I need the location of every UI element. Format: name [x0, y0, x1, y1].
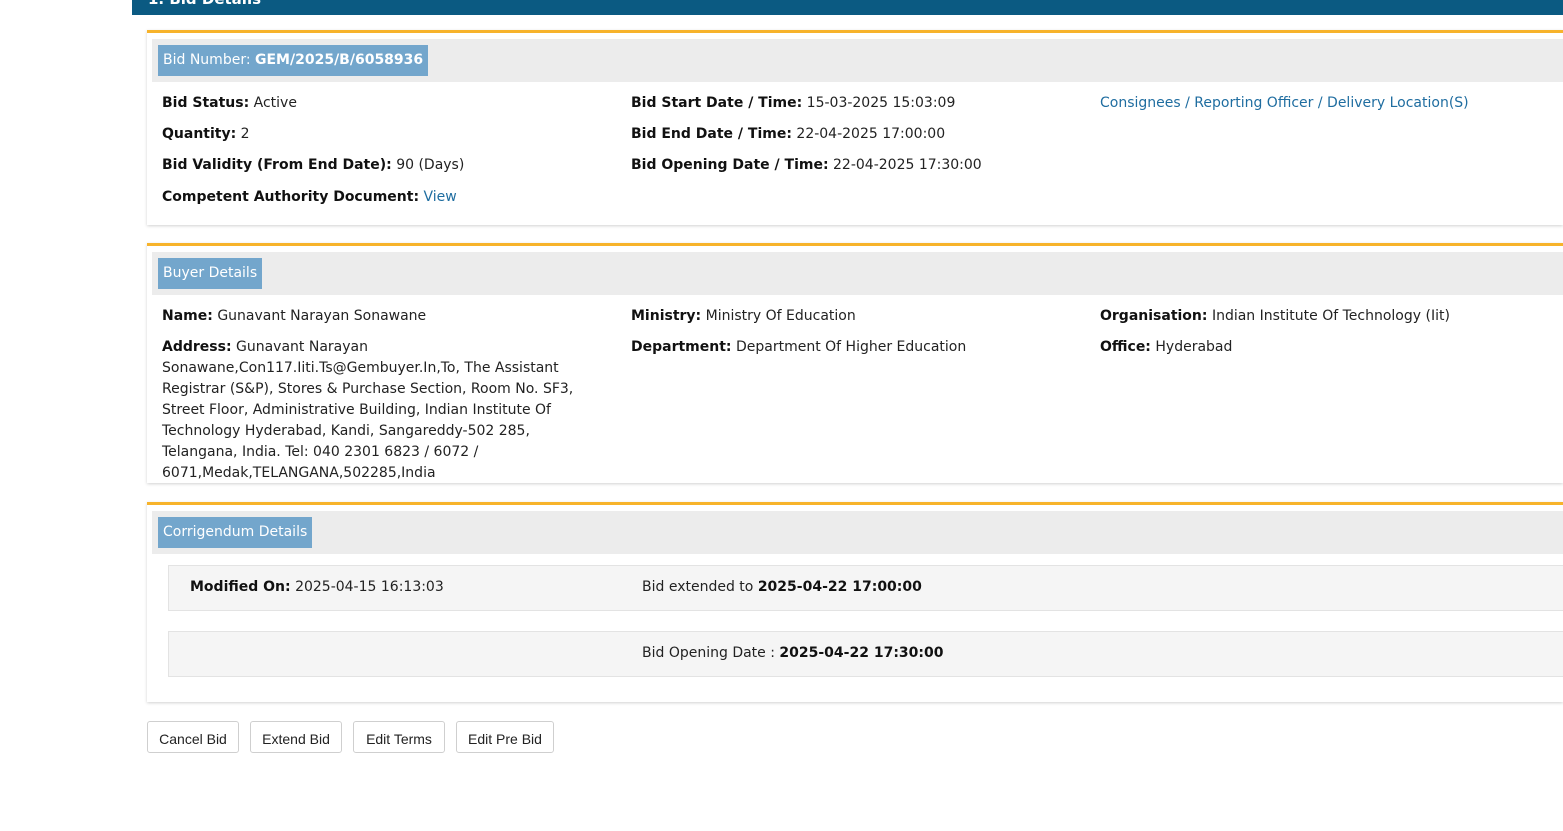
bid-details-panel: Bid Number: GEM/2025/B/6058936 Bid Statu…	[147, 30, 1563, 225]
section-header-bar: 1. Bid Details	[132, 0, 1563, 15]
corrigendum-row: Modified On: 2025-04-15 16:13:03 Bid ext…	[168, 565, 1563, 611]
buyer-organisation: Organisation: Indian Institute Of Techno…	[1100, 308, 1450, 324]
bid-number-badge: Bid Number: GEM/2025/B/6058936	[158, 45, 429, 76]
extend-bid-button[interactable]: Extend Bid	[250, 721, 342, 753]
bid-opening-date: Bid Opening Date / Time: 22-04-2025 17:3…	[631, 157, 982, 173]
bid-quantity: Quantity: 2	[162, 126, 250, 142]
corrigendum-header: Corrigendum Details	[152, 511, 1563, 554]
cancel-bid-button[interactable]: Cancel Bid	[147, 721, 239, 753]
buyer-details-title: Buyer Details	[158, 258, 263, 289]
view-document-link[interactable]: View	[424, 189, 457, 205]
corrigendum-title: Corrigendum Details	[158, 517, 313, 548]
corrigendum-extended: Bid extended to 2025-04-22 17:00:00	[642, 579, 922, 595]
consignees-link[interactable]: Consignees / Reporting Officer / Deliver…	[1100, 93, 1469, 114]
section-title: 1. Bid Details	[148, 0, 261, 8]
competent-authority-document: Competent Authority Document: View	[162, 189, 457, 205]
bid-number-value: GEM/2025/B/6058936	[255, 52, 424, 68]
bid-status: Bid Status: Active	[162, 95, 297, 111]
buyer-ministry: Ministry: Ministry Of Education	[631, 308, 856, 324]
buyer-name: Name: Gunavant Narayan Sonawane	[162, 308, 427, 324]
buyer-details-header: Buyer Details	[152, 252, 1563, 295]
buyer-address: Address: Gunavant Narayan Sonawane,Con11…	[162, 339, 574, 481]
bid-start-date: Bid Start Date / Time: 15-03-2025 15:03:…	[631, 95, 956, 111]
corrigendum-details-panel: Corrigendum Details Modified On: 2025-04…	[147, 502, 1563, 702]
corrigendum-row: Bid Opening Date : 2025-04-22 17:30:00	[168, 631, 1563, 677]
bid-validity: Bid Validity (From End Date): 90 (Days)	[162, 157, 465, 173]
corrigendum-opening-date: Bid Opening Date : 2025-04-22 17:30:00	[642, 645, 944, 661]
bid-end-date: Bid End Date / Time: 22-04-2025 17:00:00	[631, 126, 946, 142]
bid-number-header: Bid Number: GEM/2025/B/6058936	[152, 39, 1563, 82]
corrigendum-modified-on: Modified On: 2025-04-15 16:13:03	[190, 579, 444, 595]
edit-pre-bid-button[interactable]: Edit Pre Bid	[456, 721, 554, 753]
buyer-office: Office: Hyderabad	[1100, 339, 1233, 355]
buyer-department: Department: Department Of Higher Educati…	[631, 339, 967, 355]
buyer-details-panel: Buyer Details Name: Gunavant Narayan Son…	[147, 243, 1563, 483]
bid-number-label: Bid Number:	[163, 52, 251, 68]
edit-terms-button[interactable]: Edit Terms	[353, 721, 445, 753]
